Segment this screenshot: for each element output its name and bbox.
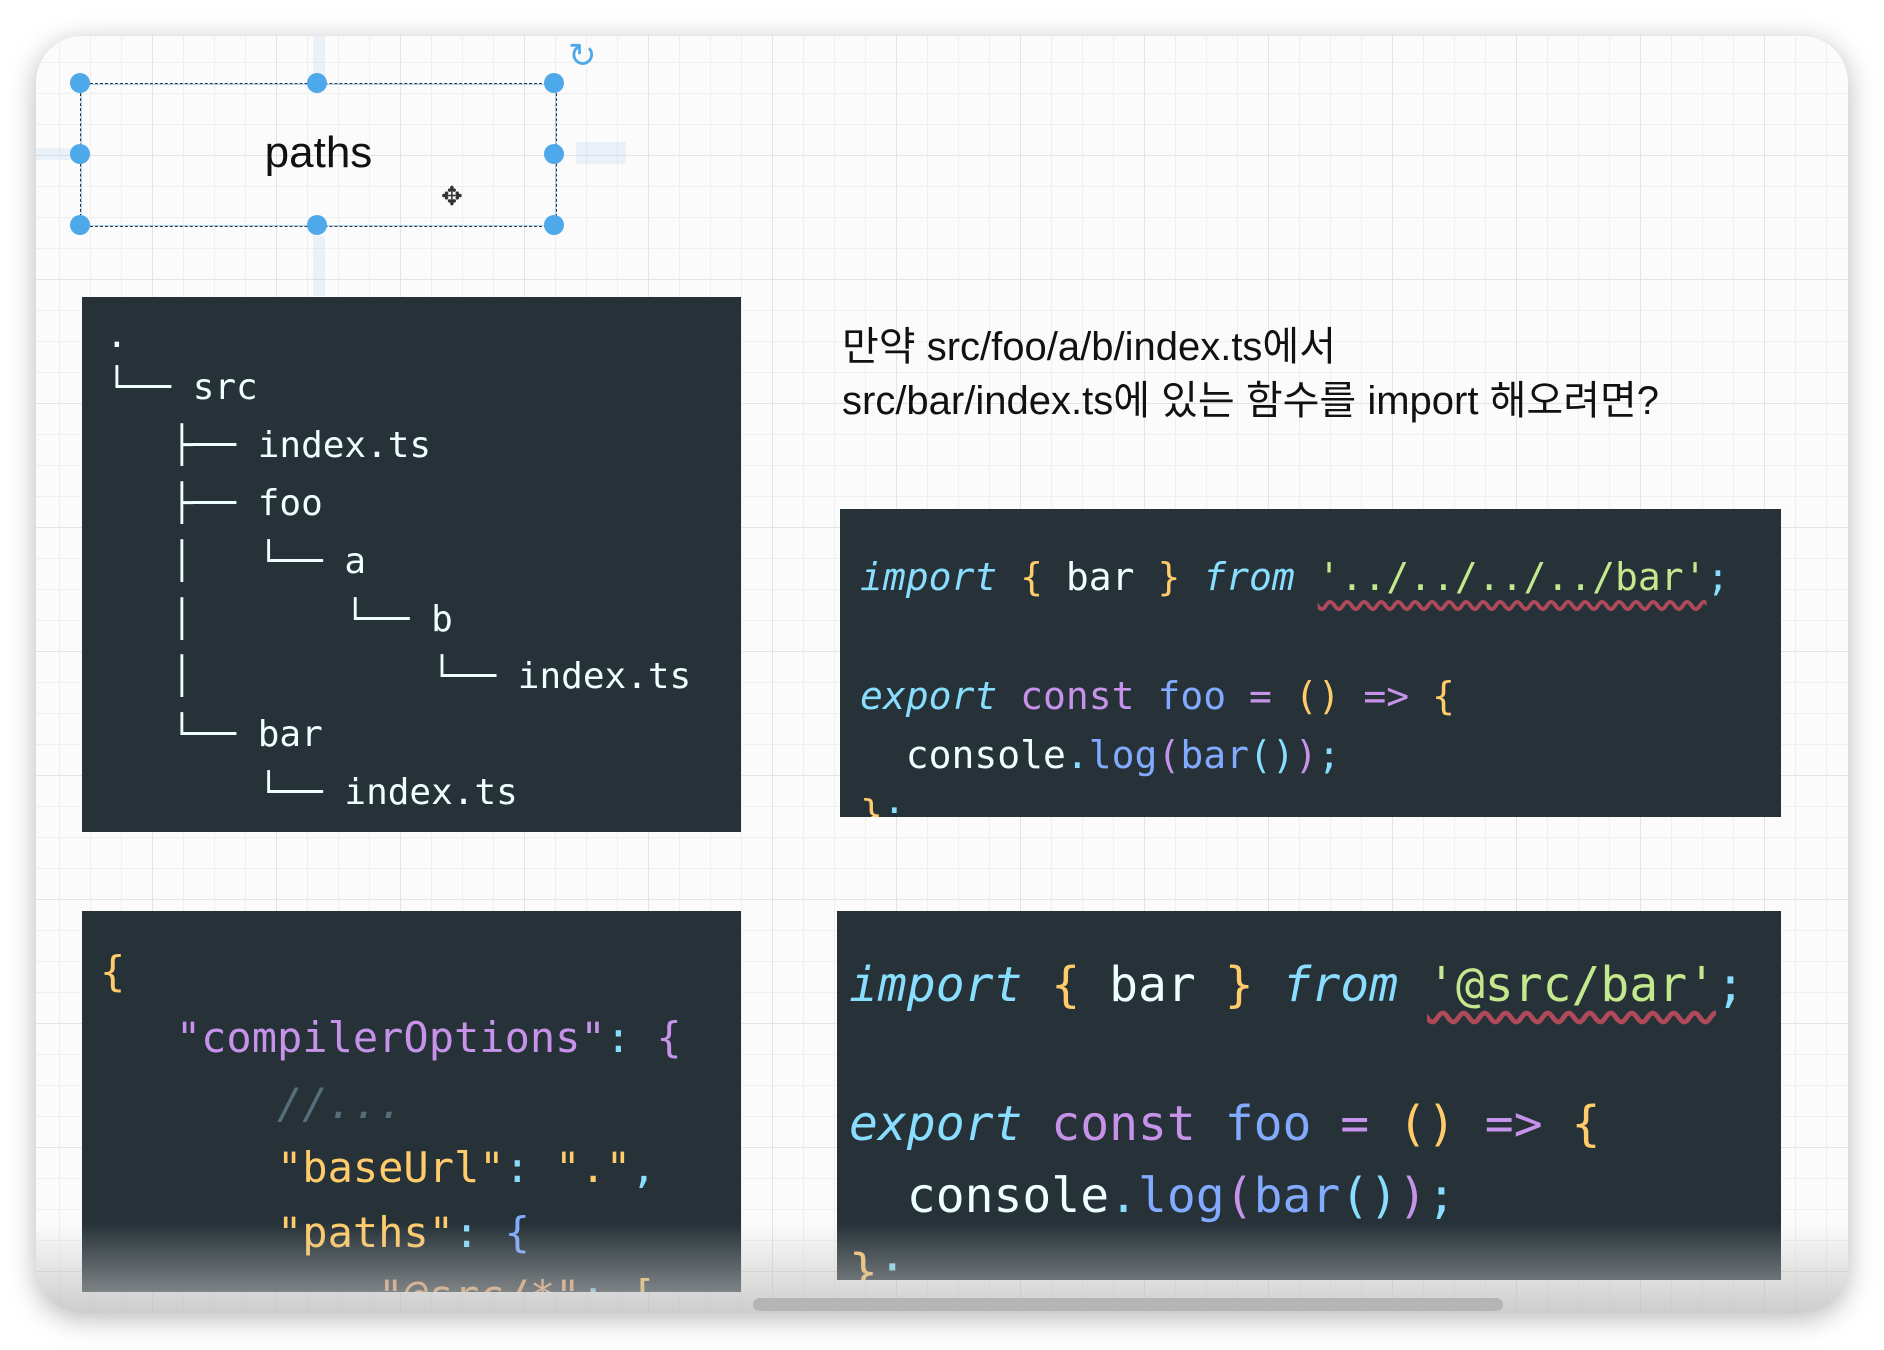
resize-handle-ne[interactable] <box>544 73 564 93</box>
code-token: //... <box>100 1079 404 1128</box>
resize-handle-s[interactable] <box>307 215 327 235</box>
code-token: } <box>860 792 883 817</box>
code-token: foo <box>1224 1096 1312 1152</box>
code-token: = <box>1311 1096 1399 1152</box>
code-token: () <box>1248 733 1295 777</box>
code-token: console <box>860 733 1066 777</box>
tree-line: │ └── b <box>106 599 453 640</box>
diagram-canvas[interactable]: ↻ paths ✥ . └── src ├── index.ts ├── foo … <box>36 36 1848 1313</box>
question-line-2: src/bar/index.ts에 있는 함수를 import 해오려면? <box>842 379 1660 423</box>
code-token: { <box>1022 957 1110 1013</box>
code-token: const <box>997 674 1158 718</box>
tree-line: └── index.ts <box>106 772 518 813</box>
resize-handle-e[interactable] <box>544 144 564 164</box>
code-token: bar <box>1253 1168 1341 1224</box>
code-line: import { bar } from '../../../../bar'; <box>860 555 1729 599</box>
code-line: //... <box>100 1079 403 1128</box>
code-token: '../../../../bar' <box>1317 555 1707 599</box>
code-token: , <box>631 1143 657 1192</box>
code-token: = <box>1226 674 1295 718</box>
code-token: { <box>656 1013 682 1062</box>
code-token: () <box>1398 1096 1456 1152</box>
selected-shape[interactable]: paths <box>70 73 564 235</box>
code-token: "compilerOptions" <box>100 1013 606 1062</box>
tree-line: │ └── index.ts <box>106 656 692 697</box>
code-token: import <box>860 555 998 599</box>
code-token: log <box>1138 1168 1225 1224</box>
code-token: => <box>1340 674 1432 718</box>
code-token: : <box>504 1143 556 1192</box>
resize-handle-n[interactable] <box>307 73 327 93</box>
resize-handle-se[interactable] <box>544 215 564 235</box>
tree-line: ├── foo <box>106 483 323 524</box>
question-line-1: 만약 src/foo/a/b/index.ts에서 <box>842 325 1337 369</box>
code-line: export const foo = () => { <box>849 1096 1600 1152</box>
code-token: bar <box>1065 555 1135 599</box>
connection-arrow-up[interactable] <box>313 36 325 76</box>
relative-import-code-panel[interactable]: import { bar } from '../../../../bar'; ex… <box>840 509 1781 817</box>
code-line: console.log(bar()); <box>849 1168 1456 1224</box>
folder-tree-panel[interactable]: . └── src ├── index.ts ├── foo │ └── a │ … <box>82 297 741 832</box>
code-token: ; <box>1427 1168 1456 1224</box>
code-token: from <box>1203 555 1295 599</box>
code-token: { <box>1432 674 1455 718</box>
code-token: } <box>1195 957 1283 1013</box>
shape-label[interactable]: paths <box>81 128 556 178</box>
code-token: '@src/bar' <box>1427 957 1716 1013</box>
tree-line: ├── index.ts <box>106 425 432 466</box>
tree-line: │ └── a <box>106 541 367 582</box>
resize-handle-nw[interactable] <box>70 73 90 93</box>
code-line: { <box>100 947 125 996</box>
code-token: export <box>860 674 998 718</box>
code-token: export <box>849 1096 1023 1152</box>
code-token: . <box>1065 733 1089 777</box>
rotate-icon[interactable]: ↻ <box>568 36 597 76</box>
code-line: export const foo = () => { <box>860 674 1455 718</box>
code-line: import { bar } from '@src/bar'; <box>849 957 1745 1013</box>
code-token: bar <box>1109 957 1196 1013</box>
code-token: ; <box>882 792 906 817</box>
code-token: => <box>1455 1096 1572 1152</box>
code-token: ; <box>1706 555 1730 599</box>
tree-line: . <box>106 315 128 356</box>
code-token: import <box>849 957 1023 1013</box>
code-token: { <box>100 947 126 996</box>
code-token: { <box>1571 1096 1601 1152</box>
tree-line: └── bar <box>106 714 323 755</box>
resize-handle-sw[interactable] <box>70 215 90 235</box>
code-token: ( <box>1157 733 1181 777</box>
code-line: "compilerOptions": { <box>100 1013 682 1062</box>
code-token: ) <box>1398 1168 1428 1224</box>
code-token: ) <box>1294 733 1318 777</box>
resize-handle-w[interactable] <box>70 144 90 164</box>
code-token: . <box>1109 1168 1138 1224</box>
code-token: "." <box>555 1143 632 1192</box>
code-token: const <box>1022 1096 1225 1152</box>
code-token: foo <box>1157 674 1227 718</box>
connection-arrow-right[interactable] <box>576 142 626 164</box>
code-token: : <box>605 1013 657 1062</box>
move-cursor-icon: ✥ <box>441 181 463 211</box>
code-token: () <box>1294 674 1341 718</box>
code-token: ; <box>1715 957 1745 1013</box>
code-token: ( <box>1224 1168 1254 1224</box>
connection-arrow-down[interactable] <box>313 236 325 296</box>
code-line: }; <box>860 792 906 817</box>
code-token: } <box>1134 555 1204 599</box>
code-token: log <box>1088 733 1158 777</box>
code-line: console.log(bar()); <box>860 733 1341 777</box>
code-token: console <box>849 1168 1110 1224</box>
code-token: "baseUrl" <box>100 1143 505 1192</box>
code-token: ; <box>1317 733 1341 777</box>
code-line: "baseUrl": ".", <box>100 1143 656 1192</box>
horizontal-scrollbar[interactable] <box>753 1298 1503 1311</box>
code-token: bar <box>1180 733 1249 777</box>
tree-line: └── src <box>106 367 258 408</box>
code-token: () <box>1340 1168 1399 1224</box>
code-token: { <box>997 555 1066 599</box>
code-token: from <box>1282 957 1399 1013</box>
